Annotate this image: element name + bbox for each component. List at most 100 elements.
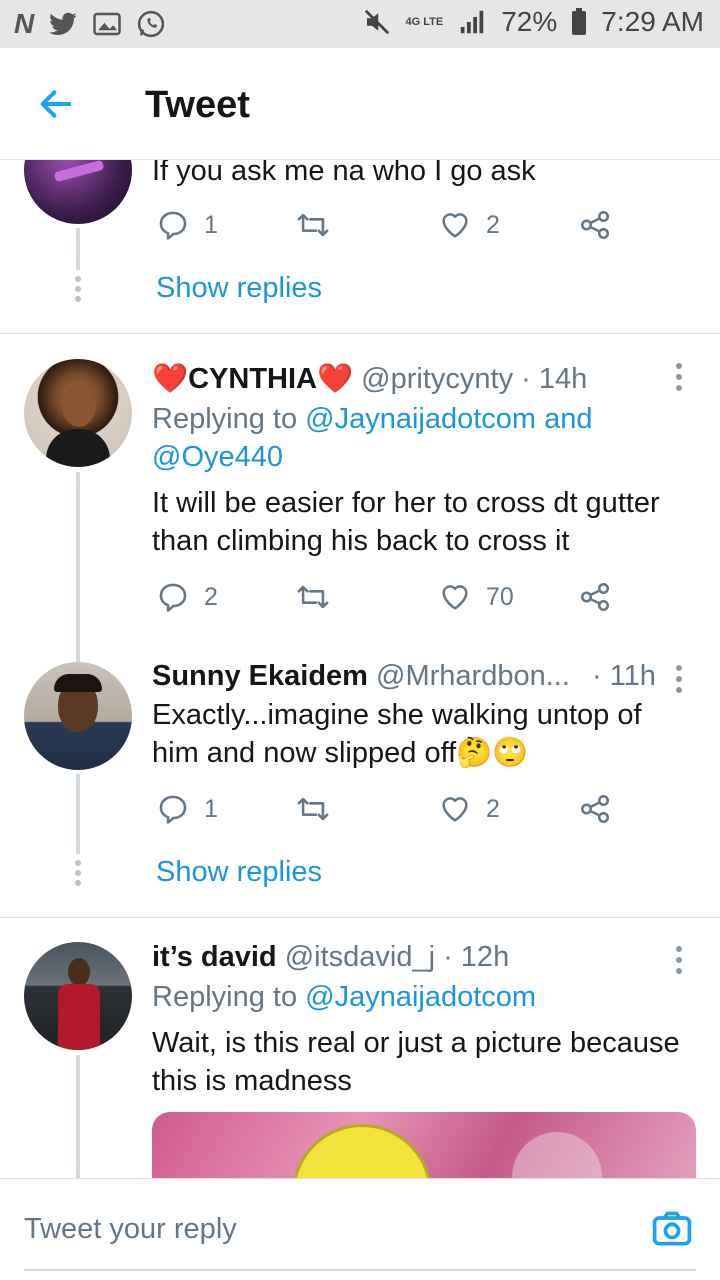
status-bar-notifications: N (14, 8, 166, 40)
tweet-text-line: this is madness (152, 1065, 352, 1097)
thread-gap-dots (74, 276, 82, 306)
mute-icon (364, 9, 389, 35)
avatar[interactable] (24, 942, 132, 1050)
reply-input-underline (24, 1269, 696, 1271)
reply-input[interactable]: Tweet your reply (24, 1213, 237, 1246)
like-button[interactable]: 70 (438, 580, 514, 614)
replying-to: Replying to @Jaynaijadotcom (152, 978, 536, 1016)
thread-gap-dots (74, 860, 82, 890)
status-bar-system: 4G LTE 72% 7:29 AM (362, 6, 704, 38)
share-icon (580, 794, 610, 824)
author-handle[interactable]: @itsdavid_j (285, 941, 435, 973)
heart-icon (442, 213, 468, 238)
tweet-text: It will be easier for her to cross dt gu… (152, 484, 660, 560)
retweet-icon (297, 585, 329, 609)
camera-icon[interactable] (650, 1207, 694, 1251)
share-button[interactable] (578, 792, 612, 826)
author-name[interactable]: it’s david (152, 941, 277, 973)
tweet-time: · 11h (591, 660, 656, 692)
tweet-actions: 1 2 (156, 792, 616, 832)
replying-to: Replying to @Jaynaijadotcom and @Oye440 (152, 400, 593, 476)
tweet-time: · 12h (443, 941, 510, 973)
show-replies-link[interactable]: Show replies (156, 856, 322, 889)
replying-to-prefix: Replying to (152, 403, 298, 435)
thread-line (76, 1055, 80, 1178)
avatar[interactable] (24, 662, 132, 770)
more-options-icon[interactable] (676, 363, 686, 396)
heart-icon (442, 585, 468, 610)
signal-icon (460, 10, 484, 34)
page-title: Tweet (145, 84, 250, 126)
tweet-text-line: It will be easier for her to cross dt gu… (152, 487, 660, 519)
tweet-text-line: Wait, is this real or just a picture bec… (152, 1027, 680, 1059)
thread-line (76, 774, 80, 854)
replying-and: and (544, 403, 593, 435)
mention-link[interactable]: @Oye440 (152, 441, 283, 473)
tweet-text: Exactly...imagine she walking untop of h… (152, 696, 642, 772)
thread-line (76, 472, 80, 662)
thread-line (76, 228, 80, 270)
reply-count: 2 (204, 582, 218, 611)
mention-link[interactable]: @Jaynaijadotcom (305, 981, 536, 1013)
like-count: 70 (486, 582, 514, 611)
tweet-actions: 1 2 (156, 208, 616, 248)
reply-button[interactable]: 1 (156, 208, 218, 242)
retweet-button[interactable] (296, 792, 330, 826)
tweet-time: · 14h (521, 363, 588, 395)
reply-icon (159, 795, 187, 824)
network-type-icon: 4G LTE (405, 15, 444, 28)
retweet-button[interactable] (296, 580, 330, 614)
retweet-icon (297, 797, 329, 821)
reply-thread-feed[interactable]: If you ask me na who I go ask 1 2 Show r… (0, 160, 720, 1178)
more-options-icon[interactable] (676, 665, 686, 698)
show-replies-link[interactable]: Show replies (156, 272, 322, 305)
retweet-button[interactable] (296, 208, 330, 242)
reply-count: 1 (204, 794, 218, 823)
like-button[interactable]: 2 (438, 208, 500, 242)
author-handle[interactable]: @pritycynty (361, 363, 513, 395)
battery-percent: 72% (501, 6, 558, 37)
divider (0, 917, 720, 918)
whatsapp-icon (138, 10, 165, 38)
mention-link[interactable]: @Jaynaijadotcom (305, 403, 536, 435)
twitter-icon (49, 12, 77, 35)
tweet-text-line: Exactly...imagine she walking untop of (152, 699, 642, 731)
tweet-text-line: than climbing his back to cross it (152, 525, 570, 557)
reply-button[interactable]: 2 (156, 580, 218, 614)
reply-count: 1 (204, 210, 218, 239)
tweet-meta: ❤️CYNTHIA❤️ @pritycynty · 14h (152, 362, 587, 396)
author-name[interactable]: ❤️CYNTHIA❤️ (152, 363, 353, 395)
tweet-media-image[interactable] (152, 1112, 696, 1178)
like-count: 2 (486, 210, 500, 239)
back-arrow-icon[interactable] (36, 84, 76, 124)
reply-icon (159, 211, 187, 240)
app-header: Tweet (0, 48, 720, 160)
avatar[interactable] (24, 359, 132, 467)
tweet-text-line: him and now slipped off🤔🙄 (152, 737, 529, 769)
like-button[interactable]: 2 (438, 792, 500, 826)
author-handle[interactable]: @Mrhardbon... (376, 660, 570, 692)
reply-button[interactable]: 1 (156, 792, 218, 826)
share-button[interactable] (578, 208, 612, 242)
battery-icon (572, 8, 587, 35)
reply-icon (159, 583, 187, 612)
divider (0, 333, 720, 334)
like-count: 2 (486, 794, 500, 823)
retweet-icon (297, 213, 329, 237)
tweet-actions: 2 70 (156, 580, 616, 620)
tweet-text: If you ask me na who I go ask (152, 160, 536, 187)
more-options-icon[interactable] (676, 946, 686, 979)
share-button[interactable] (578, 580, 612, 614)
reply-composer: Tweet your reply (0, 1178, 720, 1280)
gallery-icon (93, 12, 121, 36)
author-name[interactable]: Sunny Ekaidem (152, 660, 368, 692)
tweet-meta: it’s david @itsdavid_j · 12h (152, 941, 509, 974)
heart-icon (442, 797, 468, 822)
tweet-text: Wait, is this real or just a picture bec… (152, 1024, 680, 1100)
clock: 7:29 AM (601, 6, 704, 37)
replying-to-prefix: Replying to (152, 981, 298, 1013)
share-icon (580, 582, 610, 612)
tweet-meta: Sunny Ekaidem @Mrhardbon... · 11h (152, 660, 656, 693)
avatar[interactable] (24, 160, 132, 224)
status-bar: N 4G LTE 72% 7:29 AM (0, 0, 720, 48)
